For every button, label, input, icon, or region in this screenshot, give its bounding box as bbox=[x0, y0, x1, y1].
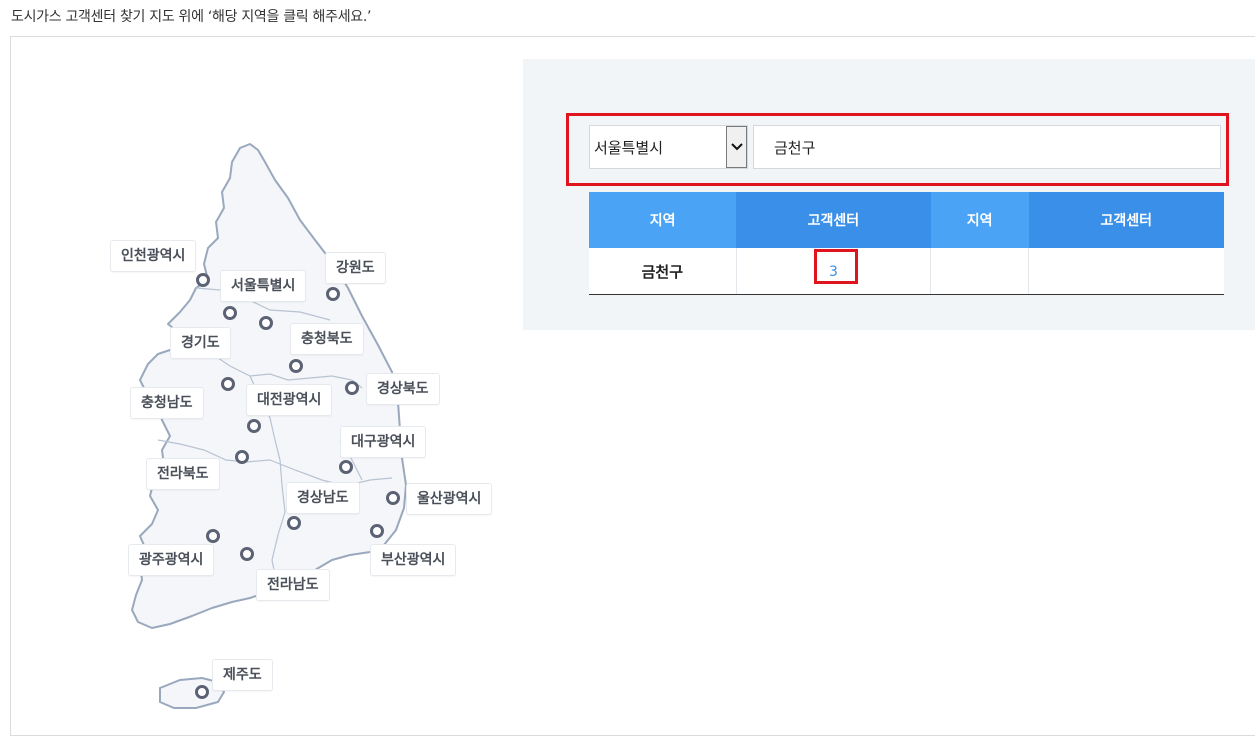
seoul-dot[interactable] bbox=[223, 306, 237, 320]
daegu-dot[interactable] bbox=[339, 460, 353, 474]
result-table: 지역 고객센터 지역 고객센터 금천구 3 bbox=[589, 192, 1224, 295]
region-label-busan[interactable]: 부산광역시 bbox=[370, 544, 457, 576]
region-label-gwangju[interactable]: 광주광역시 bbox=[128, 544, 215, 576]
gangwon-dot[interactable] bbox=[326, 287, 340, 301]
region-label-gyeongnam[interactable]: 경상남도 bbox=[286, 482, 360, 514]
chevron-down-icon[interactable] bbox=[726, 126, 747, 168]
region-label-gyeonggi[interactable]: 경기도 bbox=[170, 327, 231, 359]
gwangju-dot[interactable] bbox=[206, 529, 220, 543]
region-label-jeonbuk[interactable]: 전라북도 bbox=[146, 458, 220, 490]
region-label-daejeon[interactable]: 대전광역시 bbox=[246, 384, 333, 416]
region-label-jeonnam[interactable]: 전라남도 bbox=[256, 569, 330, 601]
header-region-1: 지역 bbox=[589, 192, 737, 248]
incheon-dot[interactable] bbox=[196, 273, 210, 287]
region-label-seoul[interactable]: 서울특별시 bbox=[220, 270, 307, 302]
region-label-jeju[interactable]: 제주도 bbox=[212, 659, 273, 691]
chungnam-dot[interactable] bbox=[221, 377, 235, 391]
region-label-ulsan[interactable]: 울산광역시 bbox=[406, 483, 493, 515]
busan-dot[interactable] bbox=[370, 524, 384, 538]
korea-map: 인천광역시 서울특별시 강원도 경기도 충청북도 충청남도 대전광역시 경상북도… bbox=[100, 140, 520, 730]
region-label-incheon[interactable]: 인천광역시 bbox=[110, 240, 197, 272]
region-label-gangwon[interactable]: 강원도 bbox=[325, 252, 386, 284]
jeonbuk-dot[interactable] bbox=[235, 450, 249, 464]
korea-map-shape bbox=[131, 143, 407, 709]
region-label-daegu[interactable]: 대구광역시 bbox=[340, 426, 427, 458]
header-region-2: 지역 bbox=[930, 192, 1029, 248]
region-label-chungbuk[interactable]: 충청북도 bbox=[290, 323, 364, 355]
region-label-gyeongbuk[interactable]: 경상북도 bbox=[366, 373, 440, 405]
center-count-link[interactable]: 3 bbox=[829, 264, 838, 280]
gyeonggi-dot[interactable] bbox=[259, 316, 273, 330]
ulsan-dot[interactable] bbox=[386, 491, 400, 505]
jeju-dot[interactable] bbox=[195, 685, 209, 699]
region-label-chungnam[interactable]: 충청남도 bbox=[130, 387, 204, 419]
header-center-1: 고객센터 bbox=[736, 192, 931, 248]
gyeongnam-dot[interactable] bbox=[287, 516, 301, 530]
row-center-2 bbox=[1028, 248, 1224, 295]
chungbuk-dot[interactable] bbox=[289, 359, 303, 373]
row-center-cell: 3 bbox=[736, 248, 932, 295]
intro-text: 도시가스 고객센터 찾기 지도 위에 ‘해당 지역을 클릭 해주세요.’ bbox=[11, 9, 372, 25]
city-select[interactable]: 서울특별시 bbox=[589, 125, 748, 169]
row-region-2 bbox=[930, 248, 1029, 295]
header-center-2: 고객센터 bbox=[1028, 192, 1224, 248]
gyeongbuk-dot[interactable] bbox=[345, 381, 359, 395]
jeonnam-dot[interactable] bbox=[240, 547, 254, 561]
row-region: 금천구 bbox=[589, 248, 737, 295]
daejeon-dot[interactable] bbox=[247, 419, 261, 433]
table-row: 금천구 3 bbox=[589, 248, 1224, 295]
city-select-value: 서울특별시 bbox=[594, 139, 664, 157]
district-field[interactable]: 금천구 bbox=[753, 125, 1221, 169]
